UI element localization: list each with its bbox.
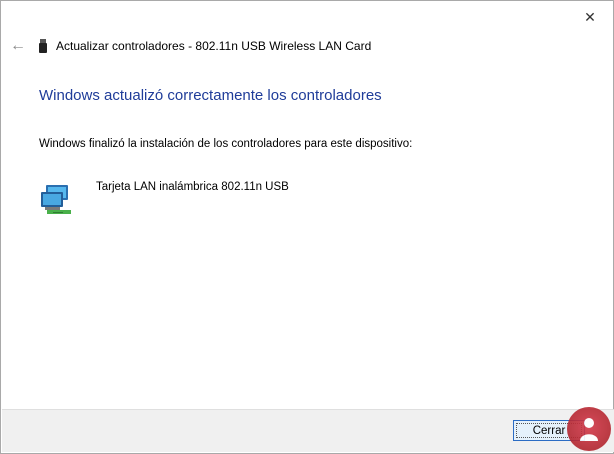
close-icon: ✕: [584, 8, 596, 25]
watermark-logo: [567, 407, 611, 451]
back-button[interactable]: ←: [7, 35, 29, 57]
network-adapter-icon: [39, 181, 75, 217]
dialog-footer: Cerrar: [2, 409, 614, 452]
usb-device-icon: [36, 39, 50, 53]
device-entry: Tarjeta LAN inalámbrica 802.11n USB: [39, 181, 289, 217]
back-arrow-icon: ←: [10, 37, 26, 54]
close-window-button[interactable]: ✕: [573, 5, 607, 29]
dialog-title: Actualizar controladores - 802.11n USB W…: [56, 39, 372, 53]
success-heading: Windows actualizó correctamente los cont…: [39, 87, 382, 104]
update-drivers-dialog: ✕ ← Actualizar controladores - 802.11n U…: [0, 0, 614, 454]
device-name: Tarjeta LAN inalámbrica 802.11n USB: [96, 181, 289, 193]
completion-message: Windows finalizó la instalación de los c…: [39, 138, 413, 150]
dialog-header: ← Actualizar controladores - 802.11n USB…: [7, 35, 371, 57]
